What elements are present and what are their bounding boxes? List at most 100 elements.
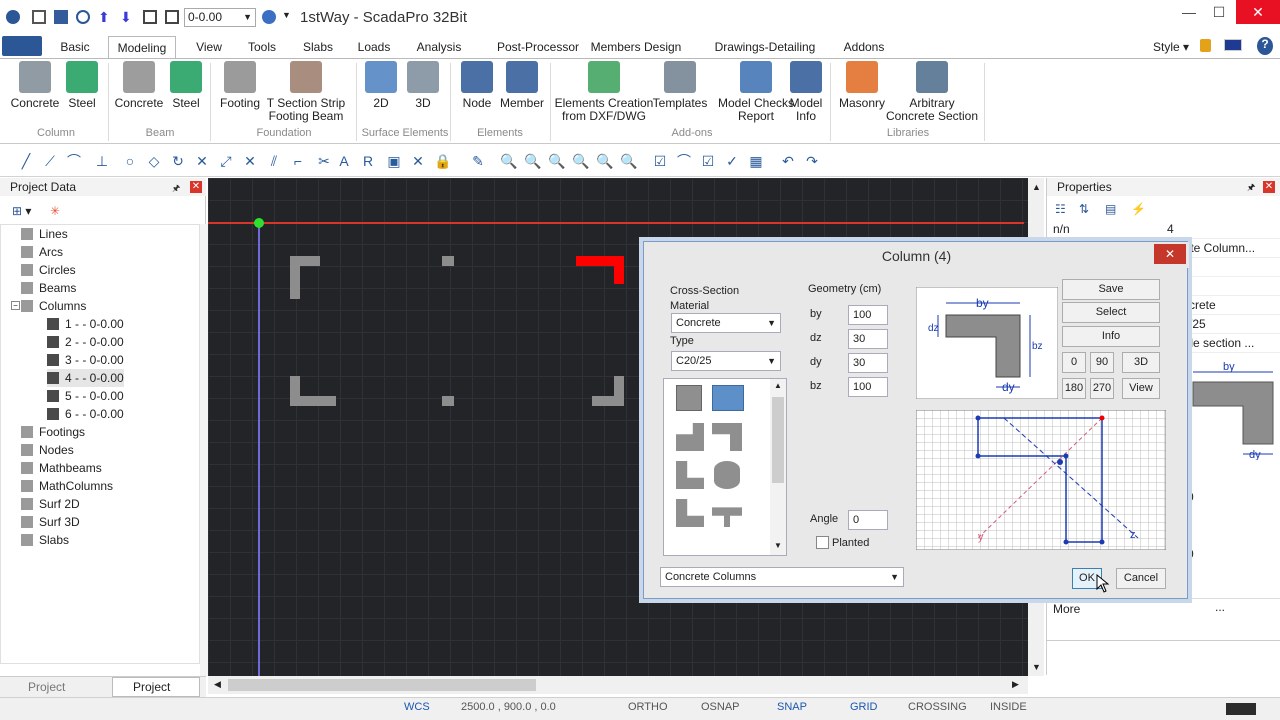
ribbon-templates-button[interactable]: Templates [652, 61, 708, 110]
tree-item-mathbeams[interactable]: Mathbeams [21, 459, 102, 477]
style-menu[interactable]: Style ▾ [1153, 40, 1189, 54]
material-select[interactable]: Concrete ▼ [671, 313, 781, 333]
tab-loads[interactable]: Loads [357, 36, 391, 58]
maximize-icon[interactable]: ☐ [1204, 4, 1234, 24]
property-pages-icon[interactable]: ▤ [1105, 202, 1121, 216]
canvas-hscroll[interactable]: ◀ ▶ [208, 676, 1028, 694]
level-icon[interactable] [143, 10, 157, 24]
osnap-toggle[interactable]: OSNAP [701, 701, 740, 713]
line-icon[interactable]: ╱ [18, 153, 34, 169]
intersection-icon[interactable]: ✕ [242, 153, 258, 169]
move-icon[interactable]: ⤢ [218, 153, 234, 169]
check-icon[interactable]: ☑ [700, 153, 716, 169]
trim-icon[interactable]: ✂ [316, 153, 332, 169]
zoom-window-icon[interactable]: 🔍 [500, 153, 517, 169]
pen-icon[interactable]: ✎ [470, 153, 486, 169]
hscroll-thumb[interactable] [228, 679, 536, 691]
ortho-toggle[interactable]: ORTHO [628, 701, 668, 713]
tab-project-params[interactable]: Project Param... [8, 679, 112, 711]
zoom-all-icon[interactable]: 🔍 [620, 153, 637, 169]
arc-icon[interactable]: ⌒ [66, 153, 82, 169]
view-icon[interactable] [76, 10, 90, 24]
tree-item-mathcolumns[interactable]: MathColumns [21, 477, 113, 495]
lock-icon[interactable]: 🔒 [434, 153, 451, 169]
uk-flag-icon[interactable] [1224, 39, 1242, 51]
shape-rect-icon[interactable] [676, 385, 702, 411]
type-select[interactable]: C20/25 ▼ [671, 351, 781, 371]
ribbon-steel-beam-button[interactable]: Steel [166, 61, 206, 110]
geom-bz-input[interactable]: 100 [848, 377, 888, 397]
tree-item-surf-2d[interactable]: Surf 2D [21, 495, 80, 513]
help-icon[interactable]: ? [1257, 37, 1273, 55]
tree-item-columns[interactable]: Columns [21, 297, 86, 315]
tree-column-item[interactable]: 1 - - 0-0.00 [47, 315, 124, 333]
scroll-right-icon[interactable]: ▶ [1012, 679, 1019, 690]
column-3-selected-web[interactable] [614, 256, 624, 284]
property-row[interactable]: n/n 4 [1047, 220, 1280, 239]
tree-item-slabs[interactable]: Slabs [21, 531, 69, 549]
measure-icon[interactable]: ⌒ [676, 153, 692, 169]
info-button[interactable]: Info [1062, 326, 1160, 347]
tab-view[interactable]: View [194, 36, 224, 58]
wcs-indicator[interactable]: WCS [404, 701, 430, 713]
ribbon-steel-column-button[interactable]: Steel [62, 61, 102, 110]
ribbon-dxf-button[interactable]: Elements Creation from DXF/DWG [554, 61, 654, 123]
geom-dz-input[interactable]: 30 [848, 329, 888, 349]
close-icon[interactable]: ✕ [1236, 0, 1280, 24]
ribbon-arbitrary-section-button[interactable]: Arbitrary Concrete Section [884, 61, 980, 123]
extend-icon[interactable]: ✕ [194, 153, 210, 169]
redo-icon[interactable]: ↷ [804, 153, 820, 169]
zoom-minus-icon[interactable]: 🔍 [596, 153, 613, 169]
tree-item-beams[interactable]: Beams [21, 279, 76, 297]
minimize-icon[interactable]: — [1174, 4, 1204, 24]
geom-dy-input[interactable]: 30 [848, 353, 888, 373]
geom-by-input[interactable]: 100 [848, 305, 888, 325]
tree-scrollbar[interactable] [200, 224, 208, 676]
level2-icon[interactable] [165, 10, 179, 24]
planted-checkbox[interactable] [816, 536, 829, 549]
rotate-0-button[interactable]: 0 [1062, 352, 1086, 373]
ribbon-model-info-button[interactable]: Model Info [784, 61, 828, 123]
abs-icon[interactable]: A [336, 153, 352, 169]
tab-modeling[interactable]: Modeling [108, 36, 176, 59]
dialog-close-icon[interactable]: ✕ [1154, 244, 1186, 264]
inside-toggle[interactable]: INSIDE [990, 701, 1027, 713]
shapes-scroll-down-icon[interactable]: ▼ [774, 541, 782, 550]
tab-slabs[interactable]: Slabs [302, 36, 334, 58]
tab-drawings-detailing[interactable]: Drawings-Detailing [708, 36, 822, 58]
polyline-icon[interactable]: ⟋ [42, 153, 58, 169]
view-3d-button[interactable]: 3D [1122, 352, 1160, 373]
shape-l2-icon[interactable] [712, 423, 742, 451]
pin-icon[interactable]: 🖈 [172, 181, 180, 197]
ribbon-masonry-button[interactable]: Masonry [834, 61, 890, 110]
shapes-scrollbar[interactable]: ▲ ▼ [770, 379, 786, 555]
model-check-icon[interactable]: ✓ [724, 153, 740, 169]
rotate-icon[interactable]: ↻ [170, 153, 186, 169]
select-icon[interactable]: ☑ [652, 153, 668, 169]
scroll-up-icon[interactable]: ▲ [1032, 182, 1041, 192]
shapes-scroll-thumb[interactable] [772, 397, 784, 483]
tree-column-item[interactable]: 6 - - 0-0.00 [47, 405, 124, 423]
shape-circle-icon[interactable] [714, 461, 740, 489]
lightning-icon[interactable]: ⚡ [1131, 202, 1147, 216]
globe-icon[interactable] [262, 10, 276, 24]
undo-icon[interactable]: ↶ [780, 153, 796, 169]
ribbon-surface-3d-button[interactable]: 3D [404, 61, 442, 110]
tree-item-lines[interactable]: Lines [21, 225, 68, 243]
grid-view-icon[interactable]: ▦ [748, 153, 764, 169]
save-button[interactable]: Save [1062, 279, 1160, 300]
rel-icon[interactable]: R [360, 153, 376, 169]
tree-column-item[interactable]: 5 - - 0-0.00 [47, 387, 124, 405]
snap-toggle[interactable]: SNAP [777, 701, 807, 713]
rotate-90-button[interactable]: 90 [1090, 352, 1114, 373]
alphabetical-icon[interactable]: ⇅ [1079, 202, 1095, 216]
circle-icon[interactable]: ○ [122, 153, 138, 169]
column-1-web[interactable] [290, 256, 300, 299]
ribbon-concrete-column-button[interactable]: Concrete [4, 61, 66, 110]
crossing-toggle[interactable]: CROSSING [908, 701, 967, 713]
tab-members-design[interactable]: Members Design [590, 36, 682, 58]
ribbon-concrete-beam-button[interactable]: Concrete [112, 61, 166, 110]
down-arrow-icon[interactable]: ⬇ [120, 10, 134, 24]
tree-options-icon[interactable]: ⊞ ▾ [12, 204, 42, 218]
view-button[interactable]: View [1122, 378, 1160, 399]
